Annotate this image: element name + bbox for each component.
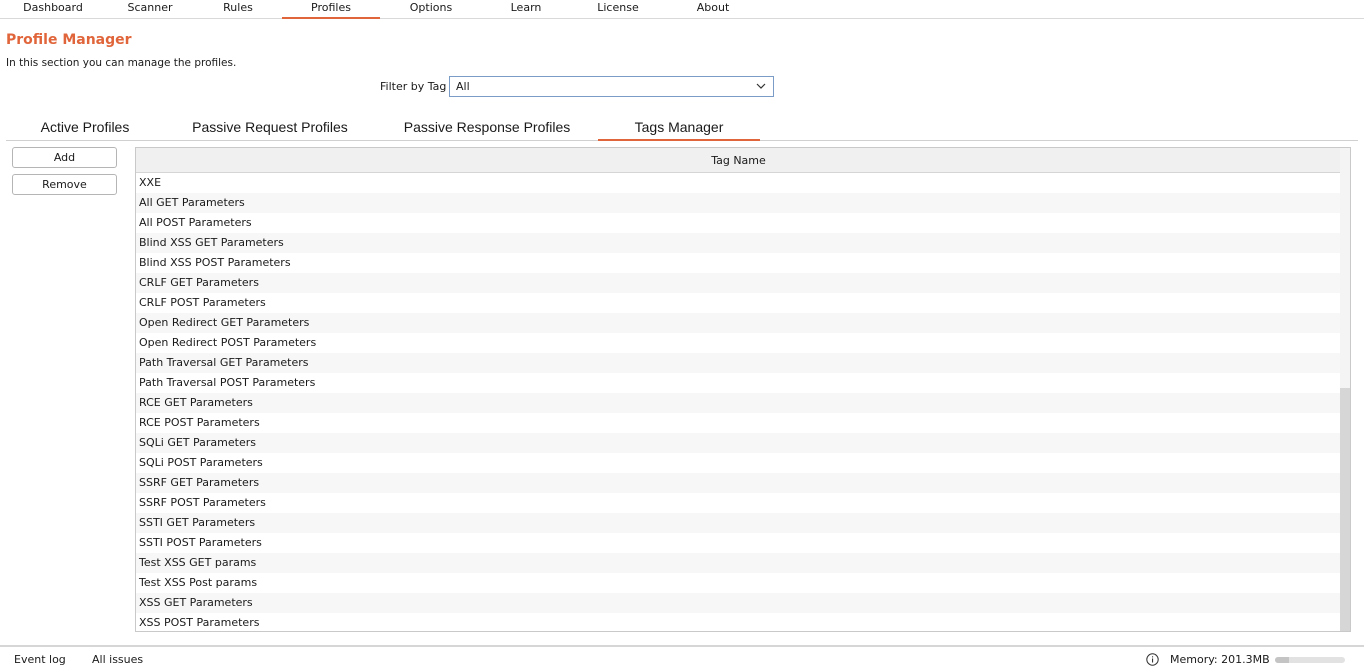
table-row[interactable]: All POST Parameters: [136, 213, 1341, 233]
filter-by-tag-select[interactable]: All: [449, 76, 774, 97]
table-row[interactable]: Path Traversal GET Parameters: [136, 353, 1341, 373]
profile-subtabs: Active Profiles Passive Request Profiles…: [6, 114, 1358, 141]
column-header-tag-name[interactable]: Tag Name: [136, 148, 1341, 173]
event-log-tab[interactable]: Event log: [14, 653, 66, 666]
info-icon: [1146, 653, 1159, 666]
table-row[interactable]: SSRF GET Parameters: [136, 473, 1341, 493]
subtab-passive-response-profiles[interactable]: Passive Response Profiles: [386, 114, 588, 141]
table-row[interactable]: RCE GET Parameters: [136, 393, 1341, 413]
page-description: In this section you can manage the profi…: [6, 57, 237, 69]
table-row[interactable]: All GET Parameters: [136, 193, 1341, 213]
table-row[interactable]: SSTI GET Parameters: [136, 513, 1341, 533]
remove-button[interactable]: Remove: [12, 174, 117, 195]
tab-scanner[interactable]: Scanner: [108, 0, 192, 19]
table-row[interactable]: Blind XSS GET Parameters: [136, 233, 1341, 253]
filter-selected-value: All: [456, 80, 470, 93]
top-nav: Dashboard Scanner Rules Profiles Options…: [0, 0, 1364, 19]
table-rows: XXE All GET Parameters All POST Parameters…: [136, 173, 1341, 631]
filter-label: Filter by Tag: [380, 80, 447, 93]
table-row[interactable]: XSS GET Parameters: [136, 593, 1341, 613]
tab-rules[interactable]: Rules: [196, 0, 280, 19]
chevron-down-icon: [756, 83, 766, 89]
subtab-active-profiles[interactable]: Active Profiles: [6, 114, 164, 141]
add-button[interactable]: Add: [12, 147, 117, 168]
table-row[interactable]: CRLF POST Parameters: [136, 293, 1341, 313]
subtab-passive-request-profiles[interactable]: Passive Request Profiles: [178, 114, 362, 141]
page-title: Profile Manager: [6, 32, 132, 48]
memory-usage: Memory: 201.3MB: [1170, 653, 1270, 666]
table-row[interactable]: Blind XSS POST Parameters: [136, 253, 1341, 273]
tab-dashboard[interactable]: Dashboard: [10, 0, 96, 19]
status-bar: Event log All issues Memory: 201.3MB: [0, 645, 1364, 668]
table-row[interactable]: SQLi GET Parameters: [136, 433, 1341, 453]
memory-bar: [1275, 657, 1345, 663]
table-row[interactable]: Open Redirect POST Parameters: [136, 333, 1341, 353]
table-row[interactable]: XXE: [136, 173, 1341, 193]
profile-manager-panel: Profile Manager In this section you can …: [0, 19, 1364, 645]
table-row[interactable]: Test XSS GET params: [136, 553, 1341, 573]
table-row[interactable]: SSTI POST Parameters: [136, 533, 1341, 553]
subtab-tags-manager[interactable]: Tags Manager: [598, 114, 760, 141]
table-row[interactable]: SSRF POST Parameters: [136, 493, 1341, 513]
tab-license[interactable]: License: [578, 0, 658, 19]
table-row[interactable]: Path Traversal POST Parameters: [136, 373, 1341, 393]
tab-learn[interactable]: Learn: [486, 0, 566, 19]
tab-profiles[interactable]: Profiles: [282, 0, 380, 19]
table-row[interactable]: CRLF GET Parameters: [136, 273, 1341, 293]
table-row[interactable]: RCE POST Parameters: [136, 413, 1341, 433]
tab-about[interactable]: About: [674, 0, 752, 19]
table-row[interactable]: XSS POST Parameters: [136, 613, 1341, 631]
table-row[interactable]: Open Redirect GET Parameters: [136, 313, 1341, 333]
vertical-scrollbar[interactable]: [1340, 148, 1350, 631]
memory-bar-fill: [1275, 657, 1289, 663]
all-issues-tab[interactable]: All issues: [92, 653, 143, 666]
table-row[interactable]: SQLi POST Parameters: [136, 453, 1341, 473]
scrollbar-thumb[interactable]: [1340, 388, 1350, 631]
tab-options[interactable]: Options: [390, 0, 472, 19]
table-row[interactable]: Test XSS Post params: [136, 573, 1341, 593]
tags-table: Tag Name XXE All GET Parameters All POST P…: [135, 147, 1351, 632]
